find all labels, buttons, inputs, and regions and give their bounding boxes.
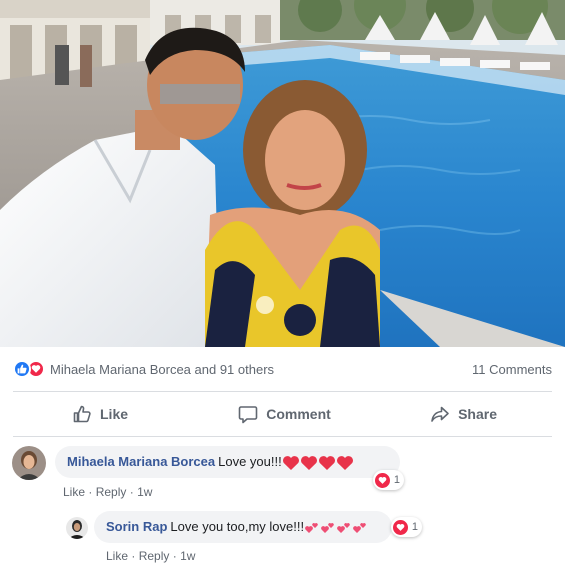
thumbs-up-icon [73,405,91,423]
comment-meta: Like · Reply · 1w [106,549,195,563]
avatar[interactable] [66,517,88,539]
share-button-label: Share [458,406,498,422]
separator: · [131,549,136,563]
comment-like-link[interactable]: Like [106,549,128,563]
reactions-summary-text[interactable]: Mihaela Mariana Borcea and 91 others [50,362,472,377]
like-button[interactable]: Like [0,404,214,424]
love-icon [392,519,408,535]
heart-kiss-icon [337,522,350,533]
red-heart-icon [300,455,317,470]
post-photo[interactable] [0,0,565,347]
share-arrow-icon [431,406,449,422]
divider [13,436,552,437]
comment-text: Love you!!! [218,454,282,469]
comment-timestamp[interactable]: 1w [137,485,152,499]
comment-meta: Like · Reply · 1w [63,485,152,499]
like-button-label: Like [100,406,129,422]
heart-kiss-icon [305,522,318,533]
like-icon [13,360,31,378]
love-icon [374,472,390,488]
comment-like-link[interactable]: Like [63,485,85,499]
reactions-summary-row: Mihaela Mariana Borcea and 91 others 11 … [0,347,565,391]
comment-reply-link[interactable]: Reply [139,549,170,563]
red-heart-icon [318,455,335,470]
comment-bubble: Mihaela Mariana Borcea Love you!!! 1 [55,446,404,490]
reaction-count: 1 [393,474,400,486]
heart-kiss-icon [353,522,366,533]
separator: · [88,485,93,499]
comment-author-link[interactable]: Mihaela Mariana Borcea [67,454,215,469]
comment-reaction-badge[interactable]: 1 [372,470,404,490]
comment-reaction-badge[interactable]: 1 [390,517,422,537]
comment-author-link[interactable]: Sorin Rap [106,519,167,534]
red-heart-icon [336,455,353,470]
comment-button[interactable]: Comment [214,404,356,424]
separator: · [129,485,134,499]
separator: · [172,549,177,563]
reaction-count: 1 [411,521,418,533]
post-photo-image [0,0,565,347]
comment-emojis [282,455,354,471]
reaction-icons[interactable] [13,360,45,378]
comment-bubble: Sorin Rap Love you too,my love!!! 1 [94,511,422,543]
comments-count-link[interactable]: 11 Comments [472,362,552,377]
post-action-bar: Like Comment Share [0,392,565,436]
comment-timestamp[interactable]: 1w [180,549,195,563]
comment-button-label: Comment [266,406,331,422]
share-button[interactable]: Share [355,404,565,424]
comment-bubble-icon [238,406,258,424]
comment-reply-link[interactable]: Reply [96,485,127,499]
reply-item: Sorin Rap Love you too,my love!!! 1 [66,511,422,543]
comment-emojis [304,520,368,536]
comment-item: Mihaela Mariana Borcea Love you!!! 1 [12,446,404,490]
red-heart-icon [282,455,299,470]
heart-kiss-icon [321,522,334,533]
comment-text: Love you too,my love!!! [170,519,305,534]
avatar[interactable] [12,446,46,480]
